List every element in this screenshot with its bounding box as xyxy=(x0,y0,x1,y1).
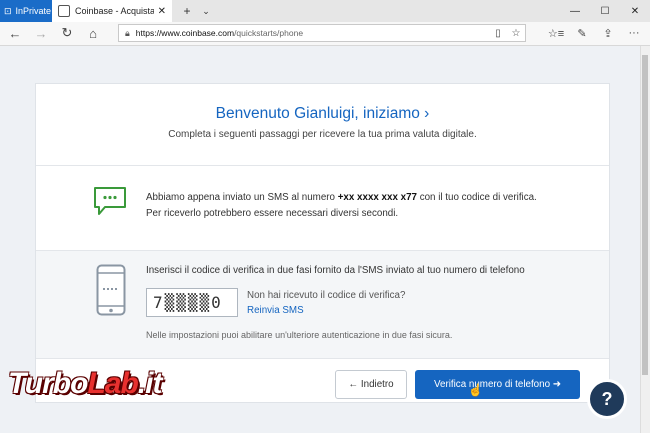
page-title[interactable]: Benvenuto Gianluigi, iniziamo › xyxy=(35,105,610,123)
sms-delay-note: Per riceverlo potrebbero essere necessar… xyxy=(146,208,399,219)
tab-coinbase[interactable]: Coinbase - Acquista/ver ✕ xyxy=(52,0,172,22)
more-icon[interactable]: ··· xyxy=(623,22,645,44)
masked-phone-number: +xx xxxx xxx x77 xyxy=(337,192,417,203)
code-not-received-text: Non hai ricevuto il codice di verifica? xyxy=(247,290,406,301)
sms-text-after: con il tuo codice di verifica. xyxy=(416,192,537,203)
tab-close-icon[interactable]: ✕ xyxy=(158,6,166,17)
refresh-icon[interactable]: ↻ xyxy=(56,22,78,44)
page-subtitle: Completa i seguenti passaggi per ricever… xyxy=(168,129,477,140)
url-host: https://www.coinbase.com xyxy=(135,28,235,38)
watermark-part3: .it xyxy=(137,367,163,400)
sms-sent-message: Abbiamo appena inviato un SMS al numero … xyxy=(146,190,586,222)
reading-view-icon[interactable]: ▯ xyxy=(490,24,506,42)
maximize-button[interactable]: ☐ xyxy=(590,0,620,22)
forward-arrow-icon[interactable]: → xyxy=(30,22,52,44)
resend-sms-link[interactable]: Reinvia SMS xyxy=(247,305,304,316)
help-icon[interactable]: ? xyxy=(587,379,627,419)
mouse-cursor-icon: ☝ xyxy=(468,383,483,397)
back-arrow-icon[interactable]: ← xyxy=(4,22,26,44)
scrollbar-thumb[interactable] xyxy=(642,55,648,375)
divider xyxy=(36,358,609,359)
turbolab-watermark-logo: TurboLab.it xyxy=(8,367,163,401)
sms-bubble-icon xyxy=(94,187,126,215)
tab-favicon-icon xyxy=(58,5,70,17)
watermark-part2: Lab xyxy=(87,367,138,400)
favorite-star-icon[interactable]: ☆ xyxy=(508,24,524,42)
code-prompt: Inserisci il codice di verifica in due f… xyxy=(146,265,525,276)
minimize-button[interactable]: — xyxy=(560,0,590,22)
favorites-list-icon[interactable]: ☆≡ xyxy=(545,22,567,44)
phone-icon xyxy=(96,264,126,316)
address-bar[interactable]: 🔒︎ https://www.coinbase.com/quickstarts/… xyxy=(118,24,526,42)
verification-code-input[interactable]: 7▒▒▒▒0 xyxy=(146,288,238,317)
home-icon[interactable]: ⌂ xyxy=(82,22,104,44)
close-window-button[interactable]: ✕ xyxy=(620,0,650,22)
new-tab-button[interactable]: + xyxy=(178,0,196,22)
sms-text-before: Abbiamo appena inviato un SMS al numero xyxy=(146,192,338,203)
pen-icon[interactable]: ✎ xyxy=(571,22,593,44)
divider xyxy=(36,165,609,166)
inprivate-label: InPrivate xyxy=(15,6,52,16)
watermark-part1: Turbo xyxy=(8,367,88,400)
url-path: /quickstarts/phone xyxy=(234,28,304,38)
verify-phone-button[interactable]: Verifica numero di telefono ➜ xyxy=(415,370,580,399)
lock-icon: 🔒︎ xyxy=(125,27,130,38)
back-button[interactable]: ← Indietro xyxy=(335,370,407,399)
inprivate-badge: ⊡ InPrivate xyxy=(0,0,52,22)
tab-title: Coinbase - Acquista/ver xyxy=(75,6,154,16)
inprivate-icon: ⊡ xyxy=(4,5,12,16)
two-factor-settings-note: Nelle impostazioni puoi abilitare un'ult… xyxy=(146,330,453,340)
tab-list-chevron-icon[interactable]: ⌄ xyxy=(198,0,214,22)
share-icon[interactable]: ⇪ xyxy=(597,22,619,44)
